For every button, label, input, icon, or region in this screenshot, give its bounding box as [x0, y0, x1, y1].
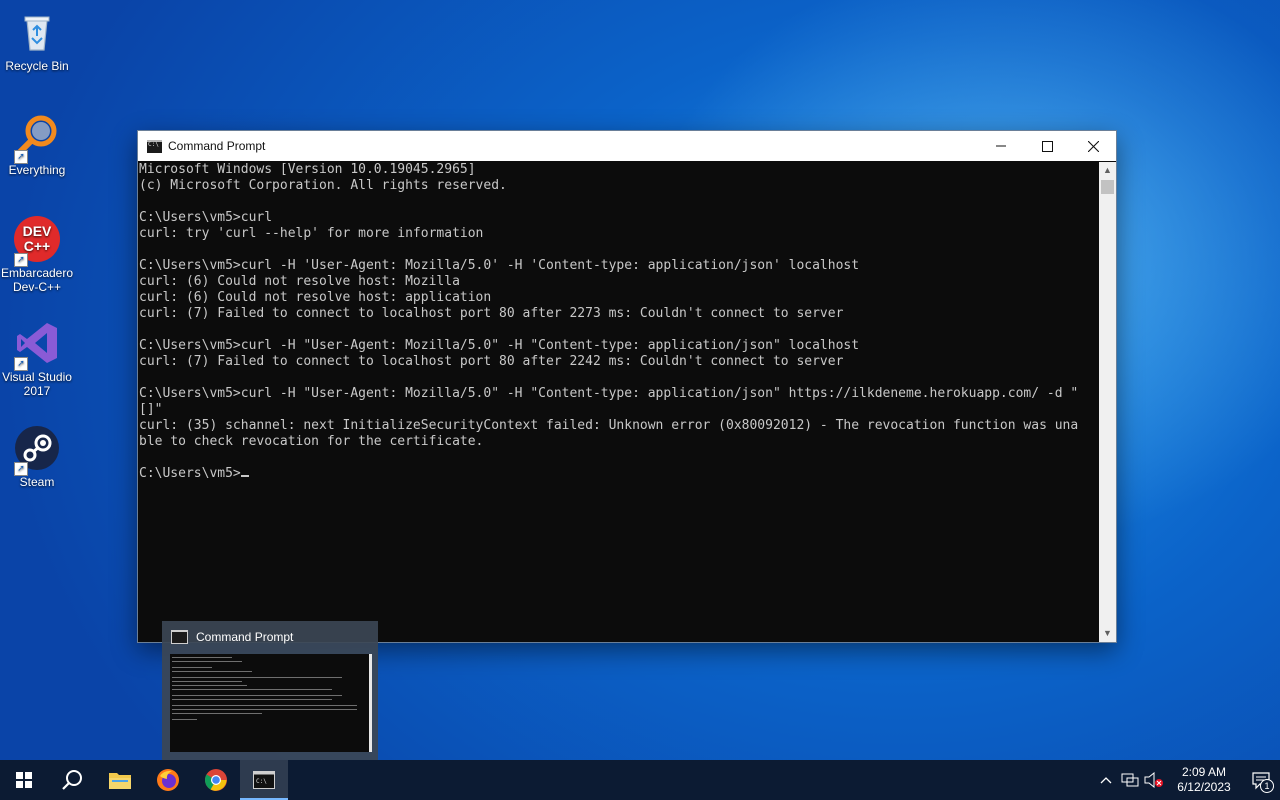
file-explorer-icon [109, 773, 131, 789]
shortcut-arrow-icon: ➚ [14, 253, 28, 267]
volume-button[interactable] [1142, 760, 1166, 800]
steam-icon: ➚ [13, 424, 61, 476]
desktop-icon-visual-studio[interactable]: ➚ Visual Studio 2017 [0, 319, 74, 398]
preview-thumbnail[interactable] [170, 654, 372, 752]
desktop-icon-devcpp[interactable]: DEV C++ ➚ Embarcadero Dev-C++ [0, 215, 74, 294]
desktop-icon-steam[interactable]: ➚ Steam [0, 424, 74, 489]
maximize-icon [1041, 140, 1053, 152]
taskbar-firefox[interactable] [144, 760, 192, 800]
command-prompt-window[interactable]: Command Prompt Microsoft Windows [Versio… [137, 130, 1117, 643]
recycle-bin-icon [13, 8, 61, 56]
action-center-button[interactable]: 1 [1242, 760, 1280, 800]
svg-text:C++: C++ [24, 238, 50, 254]
clock-date: 6/12/2023 [1177, 780, 1231, 794]
minimize-icon [996, 145, 1006, 147]
console-output[interactable]: Microsoft Windows [Version 10.0.19045.29… [138, 162, 1098, 642]
system-tray: 2:09 AM 6/12/2023 1 [1094, 760, 1280, 800]
svg-text:C:\: C:\ [256, 778, 267, 785]
shortcut-arrow-icon: ➚ [14, 150, 28, 164]
volume-muted-icon [1144, 772, 1163, 788]
desktop-icon-label: Recycle Bin [5, 59, 69, 73]
chrome-icon [205, 769, 227, 791]
scrollbar-thumb[interactable] [1101, 180, 1114, 194]
windows-start-icon [16, 772, 32, 788]
text-cursor [240, 475, 249, 477]
command-prompt-icon [147, 139, 162, 153]
network-button[interactable] [1118, 760, 1142, 800]
svg-text:DEV: DEV [23, 223, 52, 239]
command-prompt-icon [171, 630, 188, 644]
desktop-icon-label: Steam [19, 475, 55, 489]
taskbar-thumbnail-preview[interactable]: Command Prompt [162, 621, 378, 760]
show-hidden-icons-button[interactable] [1094, 760, 1118, 800]
notification-count-badge: 1 [1260, 779, 1274, 793]
vertical-scrollbar[interactable]: ▲ ▼ [1099, 162, 1116, 642]
desktop-icon-recycle-bin[interactable]: Recycle Bin [0, 8, 74, 73]
taskbar-file-explorer[interactable] [96, 760, 144, 800]
scroll-down-arrow-icon[interactable]: ▼ [1099, 625, 1116, 642]
taskbar: C:\ 2:09 AM 6/12/2023 1 [0, 760, 1280, 800]
scroll-up-arrow-icon[interactable]: ▲ [1099, 162, 1116, 179]
taskbar-command-prompt[interactable]: C:\ [240, 760, 288, 800]
window-titlebar[interactable]: Command Prompt [138, 131, 1116, 161]
console-text: Microsoft Windows [Version 10.0.19045.29… [139, 162, 1079, 481]
clock[interactable]: 2:09 AM 6/12/2023 [1166, 765, 1242, 795]
search-button[interactable] [48, 760, 96, 800]
shortcut-arrow-icon: ➚ [14, 357, 28, 371]
maximize-button[interactable] [1024, 131, 1070, 161]
close-icon [1087, 140, 1099, 152]
shortcut-arrow-icon: ➚ [14, 462, 28, 476]
network-icon [1121, 773, 1139, 787]
clock-time: 2:09 AM [1181, 765, 1227, 779]
start-button[interactable] [0, 760, 48, 800]
command-prompt-icon: C:\ [253, 771, 275, 789]
search-icon [62, 770, 82, 790]
window-title: Command Prompt [168, 139, 266, 153]
firefox-icon [157, 769, 179, 791]
chevron-up-icon [1100, 777, 1112, 784]
everything-search-icon: ➚ [13, 112, 61, 164]
preview-title: Command Prompt [196, 630, 294, 644]
visual-studio-icon: ➚ [13, 319, 61, 371]
minimize-button[interactable] [978, 131, 1024, 161]
desktop-icon-everything[interactable]: ➚ Everything [0, 112, 74, 177]
desktop-icon-label: Everything [8, 163, 66, 177]
desktop-icon-label: Visual Studio 2017 [2, 370, 72, 398]
desktop-icon-label: Embarcadero Dev-C++ [0, 266, 74, 294]
close-button[interactable] [1070, 131, 1116, 161]
devcpp-icon: DEV C++ ➚ [13, 215, 61, 267]
taskbar-chrome[interactable] [192, 760, 240, 800]
